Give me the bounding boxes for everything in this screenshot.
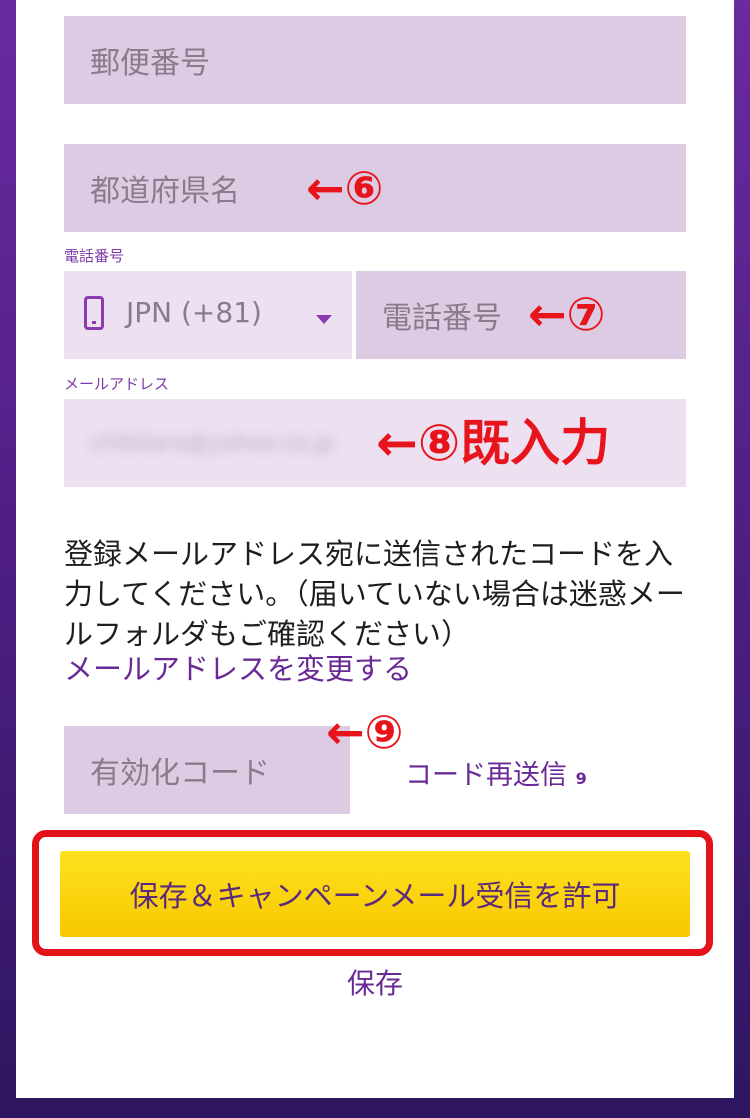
resend-code-label: コード再送信: [405, 760, 567, 791]
resend-countdown: 9: [575, 769, 587, 788]
save-and-allow-campaign-email-button[interactable]: 保存＆キャンペーンメール受信を許可: [60, 851, 690, 937]
prefecture-placeholder: 都道府県名: [90, 174, 240, 209]
postal-code-placeholder: 郵便番号: [90, 46, 210, 81]
postal-code-input[interactable]: 郵便番号: [64, 16, 686, 104]
email-label: メールアドレス: [64, 375, 170, 393]
annotation-marker-8: ←⑧既入力: [376, 414, 611, 472]
resend-code-link[interactable]: コード再送信 9: [405, 753, 587, 792]
save-link[interactable]: 保存: [0, 962, 750, 1002]
activation-code-input[interactable]: 有効化コード: [64, 726, 350, 814]
mobile-phone-icon: [84, 296, 104, 330]
country-code-value: JPN (+81): [126, 296, 262, 329]
activation-code-placeholder: 有効化コード: [90, 756, 270, 791]
caret-down-icon[interactable]: [316, 315, 332, 324]
phone-number-placeholder: 電話番号: [382, 301, 502, 336]
annotation-marker-6: ←⑥: [306, 161, 384, 215]
email-value: chibitaro@yahoo.co.jp: [90, 430, 335, 456]
annotation-marker-9: ←⑨: [326, 705, 404, 759]
change-email-link[interactable]: メールアドレスを変更する: [64, 646, 412, 688]
annotation-marker-7: ←⑦: [528, 287, 606, 341]
phone-label: 電話番号: [64, 247, 125, 265]
phone-number-input[interactable]: 電話番号: [356, 271, 686, 359]
verification-instructions: 登録メールアドレス宛に送信されたコードを入力してください。（届いていない場合は迷…: [64, 537, 685, 651]
